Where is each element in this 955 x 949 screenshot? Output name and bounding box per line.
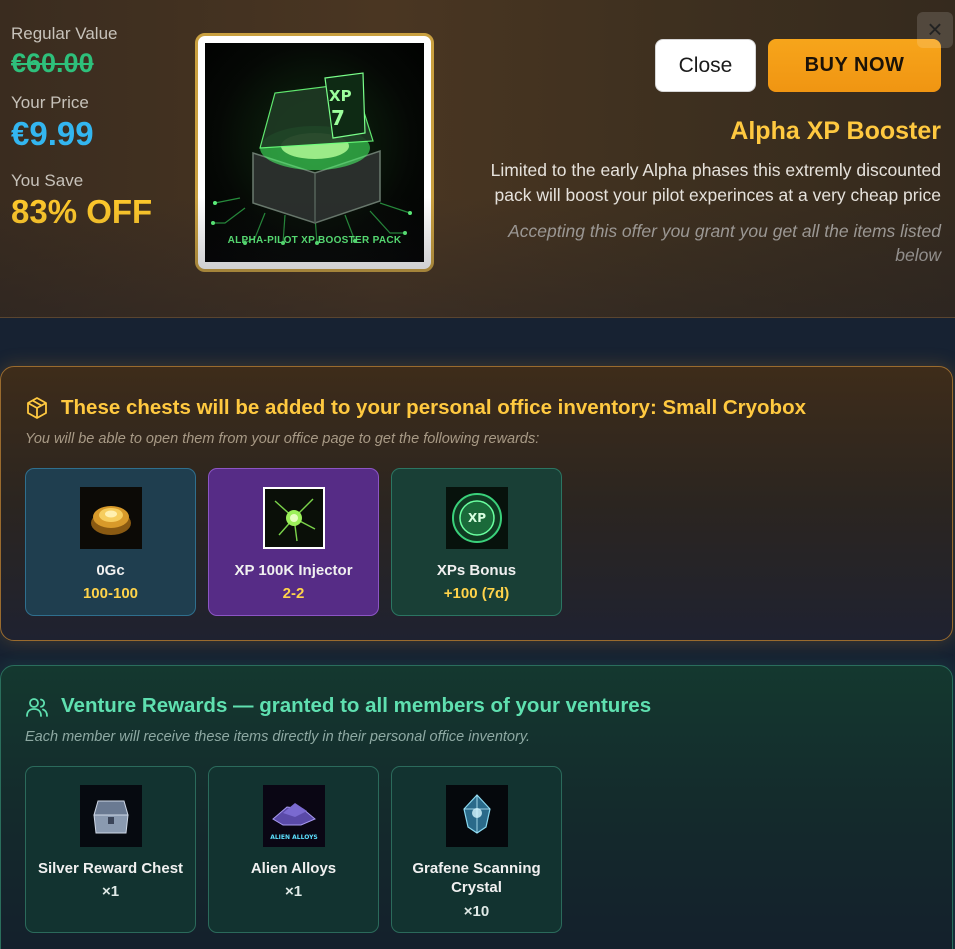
reward-qty: 2-2 bbox=[282, 585, 305, 602]
buy-now-button[interactable]: BUY NOW bbox=[768, 39, 941, 92]
pricing-column: Regular Value €60.00 Your Price €9.99 Yo… bbox=[11, 24, 191, 231]
svg-text:XP: XP bbox=[329, 87, 352, 105]
silver-chest-icon bbox=[80, 785, 142, 847]
venture-section-title: Venture Rewards — granted to all members… bbox=[61, 694, 652, 717]
reward-card-0gc: 0Gc 100-100 bbox=[25, 468, 196, 616]
you-save-value: 83% OFF bbox=[11, 193, 153, 230]
users-icon bbox=[26, 698, 48, 717]
pack-caption: ALPHA-PILOT XP BOOSTER PACK bbox=[227, 235, 402, 246]
reward-qty: ×1 bbox=[101, 883, 120, 900]
reward-name: Silver Reward Chest bbox=[37, 860, 184, 877]
pack-image-frame: XP 7 ALPHA-PILOT XP BOOSTER PACK bbox=[195, 33, 434, 272]
reward-name: XPs Bonus bbox=[436, 562, 517, 579]
reward-name: Alien Alloys bbox=[250, 860, 337, 877]
offer-header: Regular Value €60.00 Your Price €9.99 Yo… bbox=[0, 0, 955, 318]
reward-card-xp-injector: XP 100K Injector 2-2 bbox=[208, 468, 379, 616]
xp-bonus-icon: XP bbox=[446, 487, 508, 549]
you-save-label: You Save bbox=[11, 171, 84, 190]
svg-text:7: 7 bbox=[331, 106, 345, 130]
venture-card-alien-alloys: ALIEN ALLOYS Alien Alloys ×1 bbox=[208, 766, 379, 933]
product-title: Alpha XP Booster bbox=[730, 117, 941, 145]
reward-qty: ×10 bbox=[463, 903, 490, 920]
venture-card-silver-chest: Silver Reward Chest ×1 bbox=[25, 766, 196, 933]
chests-section-title: These chests will be added to your perso… bbox=[61, 396, 807, 419]
alien-alloys-thumb-text: ALIEN ALLOYS bbox=[270, 834, 318, 841]
close-button[interactable]: Close bbox=[655, 39, 756, 92]
scanning-crystal-icon bbox=[446, 785, 508, 847]
xp-injector-icon bbox=[263, 487, 325, 549]
venture-card-scanning-crystal: Grafene Scanning Crystal ×10 bbox=[391, 766, 562, 933]
gold-coins-icon bbox=[80, 487, 142, 549]
reward-card-xps-bonus: XP XPs Bonus +100 (7d) bbox=[391, 468, 562, 616]
xp-booster-pack-image: XP 7 ALPHA-PILOT XP BOOSTER PACK bbox=[205, 43, 424, 262]
regular-value-label: Regular Value bbox=[11, 24, 118, 43]
product-note: Accepting this offer you grant you get a… bbox=[508, 221, 941, 265]
svg-text:XP: XP bbox=[468, 511, 486, 525]
venture-rewards-section: Venture Rewards — granted to all members… bbox=[0, 665, 953, 949]
close-icon[interactable]: × bbox=[917, 12, 953, 48]
reward-qty: +100 (7d) bbox=[443, 585, 510, 602]
regular-value: €60.00 bbox=[11, 48, 94, 78]
reward-qty: 100-100 bbox=[82, 585, 139, 602]
your-price-label: Your Price bbox=[11, 93, 89, 112]
reward-qty: ×1 bbox=[284, 883, 303, 900]
venture-section-subtitle: Each member will receive these items dir… bbox=[25, 729, 531, 745]
chests-section: These chests will be added to your perso… bbox=[0, 366, 953, 641]
chests-section-subtitle: You will be able to open them from your … bbox=[25, 431, 540, 447]
product-description: Limited to the early Alpha phases this e… bbox=[490, 160, 941, 205]
reward-name: Grafene Scanning Crystal bbox=[412, 860, 541, 896]
your-price: €9.99 bbox=[11, 115, 94, 152]
reward-name: 0Gc bbox=[96, 562, 125, 579]
box-icon bbox=[27, 397, 47, 419]
reward-name: XP 100K Injector bbox=[234, 562, 353, 579]
alien-alloys-icon: ALIEN ALLOYS bbox=[263, 785, 325, 847]
